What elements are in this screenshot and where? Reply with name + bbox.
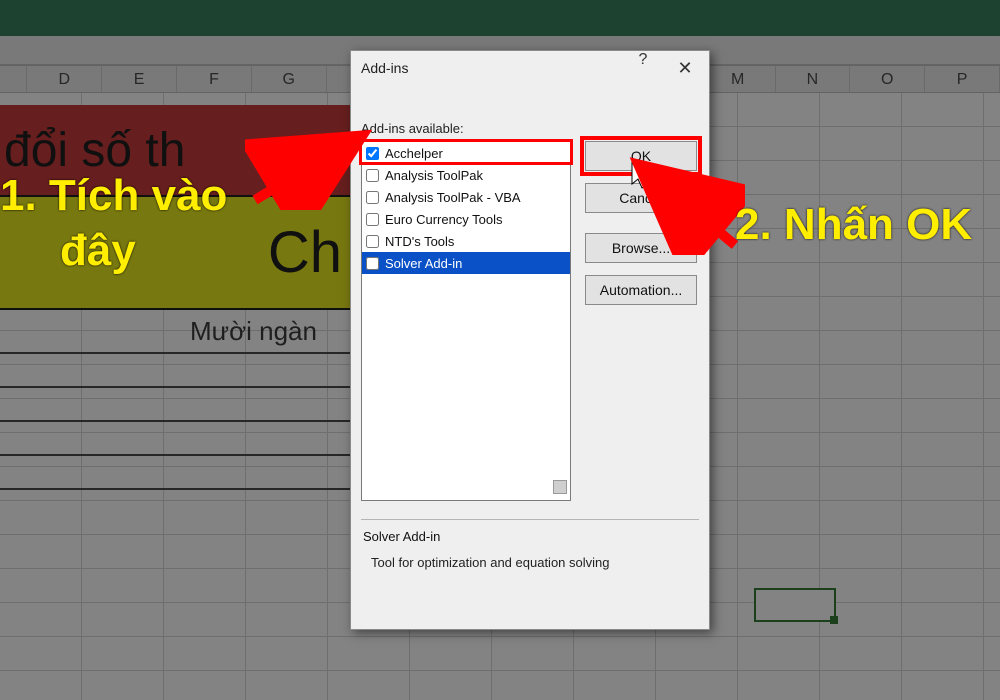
annotation-step1: 1. Tích vào đây xyxy=(0,168,227,278)
list-item-ntd-tools[interactable]: NTD's Tools xyxy=(362,230,570,252)
column-header[interactable]: D xyxy=(27,66,102,92)
list-item-label: Analysis ToolPak xyxy=(385,168,483,183)
scrollbar-thumb[interactable] xyxy=(553,480,567,494)
column-header[interactable]: O xyxy=(850,66,925,92)
list-item-label: Euro Currency Tools xyxy=(385,212,503,227)
row-border xyxy=(0,420,350,422)
row-border xyxy=(0,352,350,354)
description-body: Tool for optimization and equation solvi… xyxy=(371,555,697,570)
list-item-label: Acchelper xyxy=(385,146,443,161)
list-item-acchelper[interactable]: Acchelper xyxy=(362,142,570,164)
addins-listbox[interactable]: Acchelper Analysis ToolPak Analysis Tool… xyxy=(361,141,571,501)
column-header[interactable]: N xyxy=(776,66,851,92)
text-cell: Mười ngàn xyxy=(190,316,317,347)
annotation-step1-line1: 1. Tích vào xyxy=(0,171,227,220)
checkbox-euro-currency[interactable] xyxy=(366,213,379,226)
close-button[interactable]: ✕ xyxy=(665,51,705,85)
addins-dialog: Add-ins ? ✕ Add-ins available: Acchelper… xyxy=(350,50,710,630)
screenshot-stage: D E F G H I J K L M N O P đổi số th Ch M… xyxy=(0,0,1000,700)
automation-button[interactable]: Automation... xyxy=(585,275,697,305)
column-header[interactable]: M xyxy=(701,66,776,92)
checkbox-ntd-tools[interactable] xyxy=(366,235,379,248)
list-item-label: NTD's Tools xyxy=(385,234,454,249)
column-header[interactable]: G xyxy=(252,66,327,92)
row-border xyxy=(0,488,350,490)
divider xyxy=(361,519,699,520)
arrow-to-ok xyxy=(625,155,745,255)
arrow-to-acchelper xyxy=(245,120,375,210)
ribbon-strip xyxy=(0,0,1000,36)
active-cell-cursor[interactable] xyxy=(754,588,836,622)
column-header xyxy=(0,66,27,92)
row-border xyxy=(0,386,350,388)
list-item-label: Solver Add-in xyxy=(385,256,462,271)
list-item-label: Analysis ToolPak - VBA xyxy=(385,190,521,205)
annotation-step1-line2: đây xyxy=(0,226,136,275)
column-header[interactable]: P xyxy=(925,66,1000,92)
row-border xyxy=(0,454,350,456)
list-item-analysis-toolpak[interactable]: Analysis ToolPak xyxy=(362,164,570,186)
column-header[interactable]: F xyxy=(177,66,252,92)
list-item-analysis-toolpak-vba[interactable]: Analysis ToolPak - VBA xyxy=(362,186,570,208)
listbox-label: Add-ins available: xyxy=(361,121,464,136)
list-item-solver[interactable]: Solver Add-in xyxy=(362,252,570,274)
column-header[interactable]: E xyxy=(102,66,177,92)
close-icon: ✕ xyxy=(677,58,692,78)
list-item-euro-currency[interactable]: Euro Currency Tools xyxy=(362,208,570,230)
checkbox-solver[interactable] xyxy=(366,257,379,270)
yellow-banner-text: Ch xyxy=(268,219,342,286)
description-title: Solver Add-in xyxy=(363,529,440,544)
help-button[interactable]: ? xyxy=(623,51,663,85)
annotation-step2: 2. Nhấn OK xyxy=(735,200,972,250)
